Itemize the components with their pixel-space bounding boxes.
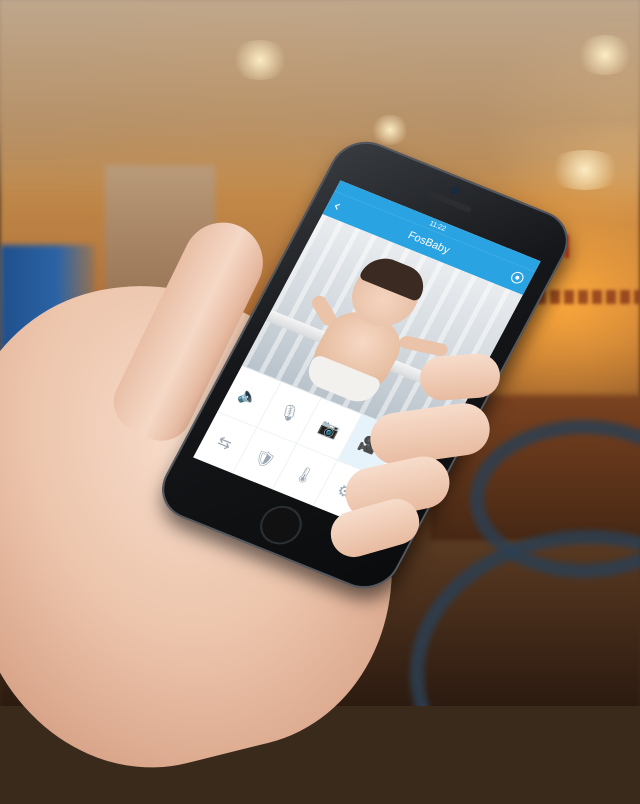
ceiling-light [230, 40, 290, 80]
back-chevron-icon[interactable]: ‹ [330, 196, 345, 215]
snapshot-icon: 📷 [315, 416, 344, 441]
microphone-icon: 🎙 [275, 400, 304, 425]
shield-icon: 🛡 [250, 446, 279, 472]
flip-icon: ⇆ [214, 431, 236, 454]
temperature-icon: 🌡 [290, 462, 319, 488]
finger [418, 352, 502, 402]
speaker-icon: 🔈 [235, 384, 263, 409]
ceiling-light [545, 150, 625, 190]
ceiling-light [575, 35, 635, 75]
settings-icon[interactable] [508, 270, 526, 286]
ceiling [0, 0, 640, 200]
ceiling-light [370, 115, 410, 145]
